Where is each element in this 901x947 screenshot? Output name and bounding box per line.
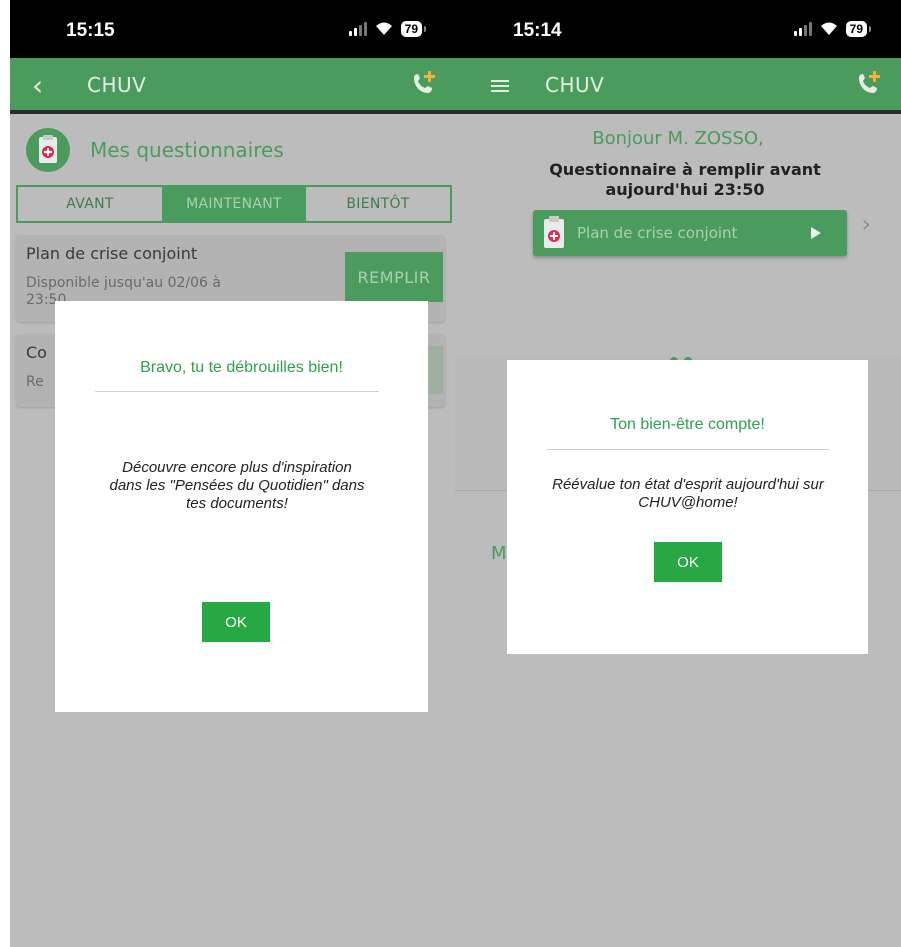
app-header: CHUV <box>455 58 901 114</box>
fill-button[interactable]: REMPLIR <box>345 252 443 302</box>
section-title: Mes questionnaires <box>90 138 284 162</box>
status-time: 15:15 <box>66 20 115 41</box>
play-icon <box>811 227 821 239</box>
status-icons: 79 <box>793 21 872 37</box>
wifi-icon <box>375 22 392 35</box>
greeting-text: Bonjour M. ZOSSO, <box>592 128 764 149</box>
chevron-right-icon[interactable]: › <box>861 210 871 238</box>
status-icons: 79 <box>348 21 427 37</box>
status-time: 15:14 <box>513 20 562 41</box>
questionnaire-tabs: AVANT MAINTENANT BIENTÔT <box>16 185 452 223</box>
wellbeing-dialog: Ton bien-être compte! Réévalue ton état … <box>507 360 868 654</box>
signal-icon <box>793 22 812 36</box>
wifi-icon <box>820 22 837 35</box>
back-chevron-icon[interactable]: ‹ <box>32 69 43 102</box>
status-bar: 15:14 79 <box>455 0 901 58</box>
plan-button-label: Plan de crise conjoint <box>577 224 738 242</box>
phone-plus-icon[interactable] <box>853 69 883 99</box>
dialog-title: Ton bien-être compte! <box>610 416 765 433</box>
app-header: ‹ CHUV <box>10 58 456 114</box>
dialog-divider <box>95 391 379 392</box>
dialog-divider <box>547 449 829 450</box>
phone-screen-questionnaires: 15:15 79 ‹ CHUV Mes questionnaires AVANT… <box>10 0 456 947</box>
card-title: Co <box>26 343 47 362</box>
dialog-message: Découvre encore plus d'inspiration dans … <box>109 459 365 512</box>
header-title: CHUV <box>87 73 147 97</box>
questionnaires-header: Mes questionnaires <box>26 128 284 172</box>
due-text: Questionnaire à remplir avant aujourd'hu… <box>549 160 821 199</box>
tab-maintenant[interactable]: MAINTENANT <box>162 187 306 221</box>
menu-icon[interactable] <box>491 80 509 92</box>
clipboard-plus-icon <box>26 128 70 172</box>
signal-icon <box>348 22 367 36</box>
header-title: CHUV <box>545 73 605 97</box>
status-bar: 15:15 79 <box>10 0 456 58</box>
ok-button[interactable]: OK <box>202 602 270 642</box>
battery-icon: 79 <box>400 21 427 37</box>
encouragement-dialog: Bravo, tu te débrouilles bien! Découvre … <box>55 301 428 712</box>
ok-button[interactable]: OK <box>654 542 722 582</box>
dialog-title: Bravo, tu te débrouilles bien! <box>140 359 343 376</box>
clipboard-plus-icon <box>544 216 564 248</box>
plan-questionnaire-button[interactable]: Plan de crise conjoint <box>533 210 847 256</box>
dialog-message: Réévalue ton état d'esprit aujourd'hui s… <box>552 476 824 511</box>
section-heading-partial: M <box>491 543 507 564</box>
tab-avant[interactable]: AVANT <box>18 187 162 221</box>
card-title: Plan de crise conjoint <box>26 244 198 263</box>
battery-icon: 79 <box>845 21 872 37</box>
tab-bientot[interactable]: BIENTÔT <box>306 187 450 221</box>
phone-plus-icon[interactable] <box>408 69 438 99</box>
phone-screen-home: 15:14 79 CHUV Bonjour M. ZOSSO, Question… <box>455 0 901 947</box>
